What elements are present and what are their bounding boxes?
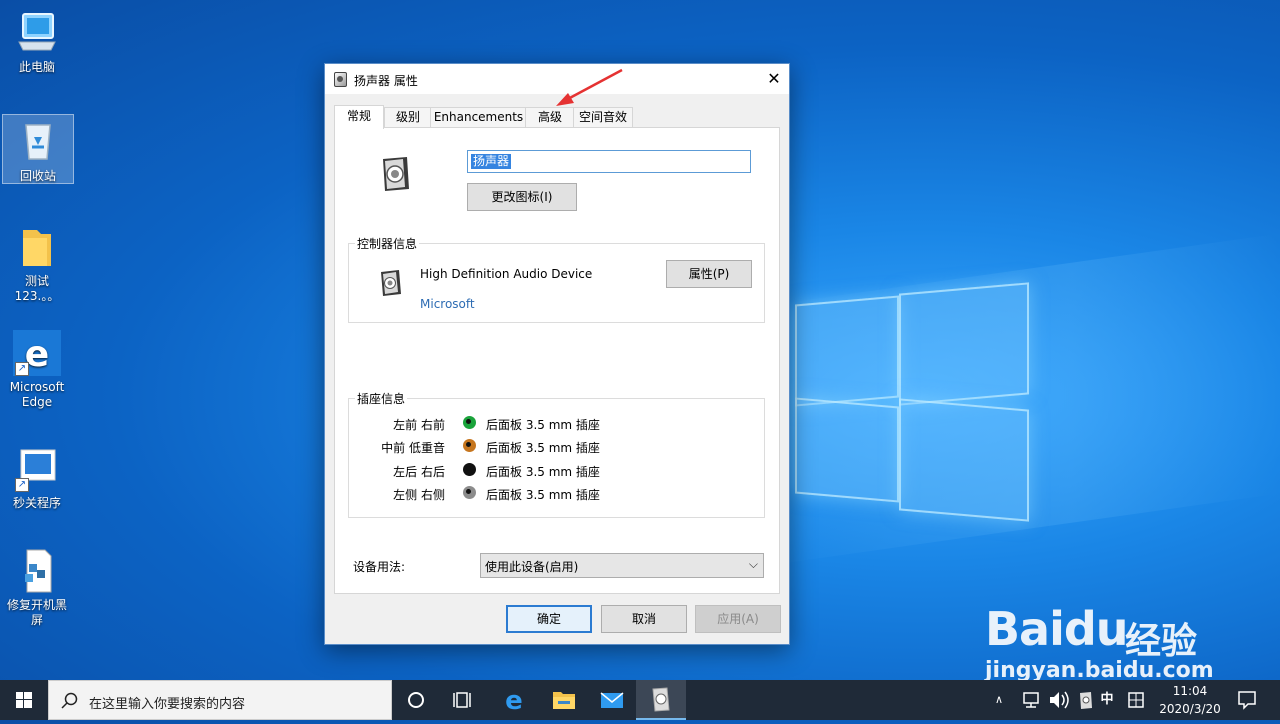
clock-date: 2020/3/20: [1159, 702, 1221, 716]
taskbar-mail[interactable]: [588, 680, 636, 720]
recycle-bin-icon: [14, 119, 62, 165]
jack-color-indicator: [463, 439, 476, 452]
watermark-brand: Baidu: [985, 602, 1129, 656]
jack-row: 左前 右前 后面板 3.5 mm 插座: [349, 414, 779, 434]
clock[interactable]: 11:04 2020/3/20: [1150, 682, 1230, 718]
tab-enhancements[interactable]: Enhancements: [430, 107, 527, 127]
properties-button[interactable]: 属性(P): [666, 260, 752, 288]
ime-keyboard-icon[interactable]: [1124, 680, 1148, 720]
network-icon[interactable]: [1020, 680, 1042, 720]
desktop-icon-edge[interactable]: e ↗ Microsoft Edge: [2, 330, 72, 410]
device-name-field[interactable]: 扬声器: [467, 150, 751, 173]
speaker-device-icon: [383, 157, 409, 191]
speaker-icon: [334, 72, 347, 87]
ime-indicator[interactable]: 中: [1098, 680, 1116, 720]
jack-color-indicator: [463, 463, 476, 476]
desktop-icon-test-folder[interactable]: 测试123.。。: [2, 224, 72, 304]
device-usage-dropdown[interactable]: 使用此设备(启用) ⌵: [480, 553, 764, 578]
desktop-icon-this-pc[interactable]: 此电脑: [2, 10, 72, 75]
controller-manufacturer-link[interactable]: Microsoft: [420, 297, 475, 311]
taskbar-sound-settings[interactable]: [636, 680, 686, 720]
dialog-title: 扬声器 属性: [354, 74, 418, 88]
start-button[interactable]: [0, 680, 48, 720]
speaker-icon: [652, 687, 670, 712]
speaker-properties-dialog: 扬声器 属性 ✕ 常规 级别 Enhancements 高级 空间音效 扬声器 …: [324, 63, 790, 645]
controller-device-name: High Definition Audio Device: [420, 267, 593, 281]
controller-info-legend: 控制器信息: [355, 235, 420, 252]
clock-time: 11:04: [1172, 684, 1208, 698]
jack-channel-label: 左侧 右侧: [393, 488, 445, 502]
repair-script-icon: [13, 548, 61, 594]
controller-speaker-icon: [381, 270, 401, 296]
tab-levels[interactable]: 级别: [384, 107, 432, 127]
jack-location: 后面板 3.5 mm 插座: [486, 441, 600, 455]
taskbar-edge[interactable]: e: [490, 680, 538, 720]
ok-button[interactable]: 确定: [506, 605, 592, 633]
chevron-down-icon: ⌵: [748, 557, 758, 571]
device-name-selection: 扬声器: [471, 154, 512, 169]
shortcut-arrow-icon: ↗: [15, 362, 29, 376]
windows-wallpaper-logo: [795, 282, 1029, 522]
show-hidden-icons-chevron-icon[interactable]: ∧: [990, 680, 1008, 720]
device-usage-value: 使用此设备(启用): [485, 560, 579, 574]
windows-start-icon: [16, 692, 32, 708]
taskbar-file-explorer[interactable]: [540, 680, 588, 720]
jack-channel-label: 中前 低重音: [381, 441, 445, 455]
tab-general[interactable]: 常规: [334, 105, 384, 129]
cortana-button[interactable]: [392, 680, 440, 720]
change-icon-button[interactable]: 更改图标(I): [467, 183, 577, 211]
file-explorer-icon: [553, 692, 575, 709]
shortcut-arrow-icon: ↗: [15, 478, 29, 492]
taskbar-search-box[interactable]: 在这里输入你要搜索的内容: [48, 680, 392, 720]
jack-row: 左侧 右侧 后面板 3.5 mm 插座: [349, 484, 779, 504]
baidu-watermark: Baidu 经验 jingyan.baidu.com: [985, 586, 1225, 683]
device-usage-label: 设备用法:: [353, 560, 406, 574]
cancel-button[interactable]: 取消: [601, 605, 687, 633]
action-center-icon[interactable]: [1234, 680, 1260, 720]
jack-row: 左后 右后 后面板 3.5 mm 插座: [349, 461, 779, 481]
desktop-icon-repair-black-screen[interactable]: 修复开机黑屏: [2, 548, 72, 628]
search-placeholder: 在这里输入你要搜索的内容: [89, 697, 246, 712]
speaker-tray-icon[interactable]: [1076, 680, 1096, 720]
edge-icon: e ↗: [13, 330, 61, 376]
folder-icon: [13, 224, 61, 270]
jack-location: 后面板 3.5 mm 插座: [486, 465, 600, 479]
cortana-circle-icon: [408, 692, 424, 708]
apply-button[interactable]: 应用(A): [695, 605, 781, 633]
jack-location: 后面板 3.5 mm 插座: [486, 418, 600, 432]
jack-channel-label: 左后 右后: [393, 465, 445, 479]
desktop-icon-recycle-bin[interactable]: 回收站: [2, 114, 74, 184]
jack-info-legend: 插座信息: [355, 390, 408, 407]
mail-icon: [600, 692, 624, 708]
volume-icon[interactable]: [1046, 680, 1072, 720]
this-pc-icon: [13, 10, 61, 56]
red-annotation-arrow-icon: [556, 68, 623, 106]
search-icon: [61, 692, 78, 709]
task-view-button[interactable]: [440, 680, 488, 720]
jack-row: 中前 低重音 后面板 3.5 mm 插座: [349, 437, 779, 457]
app-shortcut-icon: ↗: [13, 446, 61, 492]
svg-text:e: e: [505, 686, 523, 716]
desktop-icon-close-program[interactable]: ↗ 秒关程序: [2, 446, 72, 511]
task-view-icon: [453, 692, 471, 708]
taskbar: 在这里输入你要搜索的内容 e ∧ 中 11:04 2020/3/20: [0, 680, 1280, 720]
jack-location: 后面板 3.5 mm 插座: [486, 488, 600, 502]
close-button[interactable]: ✕: [759, 64, 789, 94]
watermark-cn: 经验: [1125, 621, 1198, 662]
jack-color-indicator: [463, 486, 476, 499]
jack-info-group: 插座信息 左前 右前 后面板 3.5 mm 插座 中前 低重音 后面板 3.5 …: [348, 390, 765, 518]
jack-color-indicator: [463, 416, 476, 429]
edge-icon: e: [505, 686, 523, 716]
jack-channel-label: 左前 右前: [393, 418, 445, 432]
